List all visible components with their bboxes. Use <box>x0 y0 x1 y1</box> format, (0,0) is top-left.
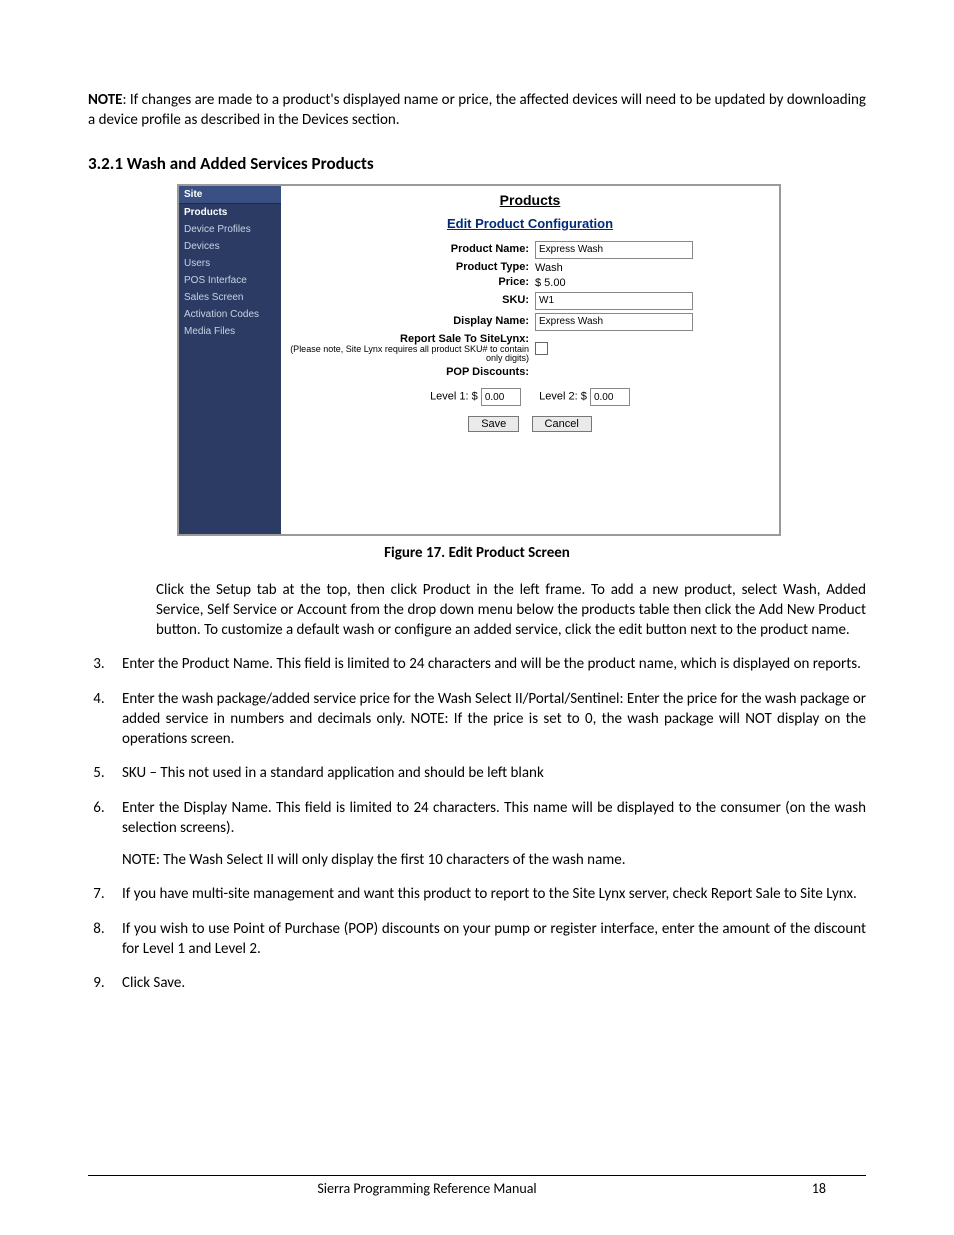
sku-input[interactable] <box>535 292 693 310</box>
report-sale-note: (Please note, Site Lynx requires all pro… <box>289 345 529 364</box>
product-name-input[interactable] <box>535 241 693 259</box>
page-footer: Sierra Programming Reference Manual 18 <box>88 1175 866 1197</box>
level1-label: Level 1: $ <box>430 391 478 403</box>
figure-caption: Figure 17. Edit Product Screen <box>88 544 866 562</box>
sidebar-item-activation-codes[interactable]: Activation Codes <box>179 306 281 323</box>
footer-page-number: 18 <box>766 1180 866 1197</box>
intro-paragraph: Click the Setup tab at the top, then cli… <box>156 580 866 641</box>
level2-label: Level 2: $ <box>539 391 587 403</box>
step-6: Enter the Display Name. This field is li… <box>108 798 866 871</box>
note-text: : If changes are made to a product's dis… <box>88 91 866 129</box>
step-4: Enter the wash package/added service pri… <box>108 689 866 750</box>
sidebar-item-device-profiles[interactable]: Device Profiles <box>179 221 281 238</box>
step-5: SKU – This not used in a standard applic… <box>108 763 866 783</box>
sidebar-item-users[interactable]: Users <box>179 255 281 272</box>
sidebar-header: Site <box>179 186 281 204</box>
edit-product-screenshot: Site Products Device Profiles Devices Us… <box>177 184 781 536</box>
product-type-label: Product Type: <box>289 262 535 274</box>
section-heading: 3.2.1 Wash and Added Services Products <box>88 153 866 174</box>
sidebar-item-sales-screen[interactable]: Sales Screen <box>179 289 281 306</box>
cancel-button[interactable]: Cancel <box>532 416 592 432</box>
save-button[interactable]: Save <box>468 416 519 432</box>
report-sale-label: Report Sale To SiteLynx: (Please note, S… <box>289 334 535 364</box>
pop-discounts-label: POP Discounts: <box>289 367 535 379</box>
step-9: Click Save. <box>108 973 866 993</box>
sidebar-item-media-files[interactable]: Media Files <box>179 323 281 340</box>
sidebar: Site Products Device Profiles Devices Us… <box>179 186 281 534</box>
level1-input[interactable] <box>481 388 521 406</box>
product-name-label: Product Name: <box>289 244 535 256</box>
display-name-input[interactable] <box>535 313 693 331</box>
step-3: Enter the Product Name. This field is li… <box>108 654 866 674</box>
report-sale-checkbox[interactable] <box>535 342 548 355</box>
level2-input[interactable] <box>590 388 630 406</box>
display-name-label: Display Name: <box>289 316 535 328</box>
sku-label: SKU: <box>289 295 535 307</box>
price-label: Price: <box>289 277 535 289</box>
step-7: If you have multi-site management and wa… <box>108 884 866 904</box>
price-value: $ 5.00 <box>535 277 771 289</box>
note-label: NOTE <box>88 91 122 109</box>
sidebar-item-products[interactable]: Products <box>179 204 281 221</box>
panel-title: Products <box>289 192 771 208</box>
sidebar-item-devices[interactable]: Devices <box>179 238 281 255</box>
step-6-note: NOTE: The Wash Select II will only displ… <box>122 850 866 870</box>
step-8: If you wish to use Point of Purchase (PO… <box>108 919 866 960</box>
main-panel: Products Edit Product Configuration Prod… <box>281 186 779 534</box>
product-type-value: Wash <box>535 262 771 274</box>
panel-subtitle: Edit Product Configuration <box>289 216 771 231</box>
note-paragraph: NOTE: If changes are made to a product's… <box>88 90 866 131</box>
footer-title: Sierra Programming Reference Manual <box>88 1180 766 1197</box>
sidebar-item-pos-interface[interactable]: POS Interface <box>179 272 281 289</box>
